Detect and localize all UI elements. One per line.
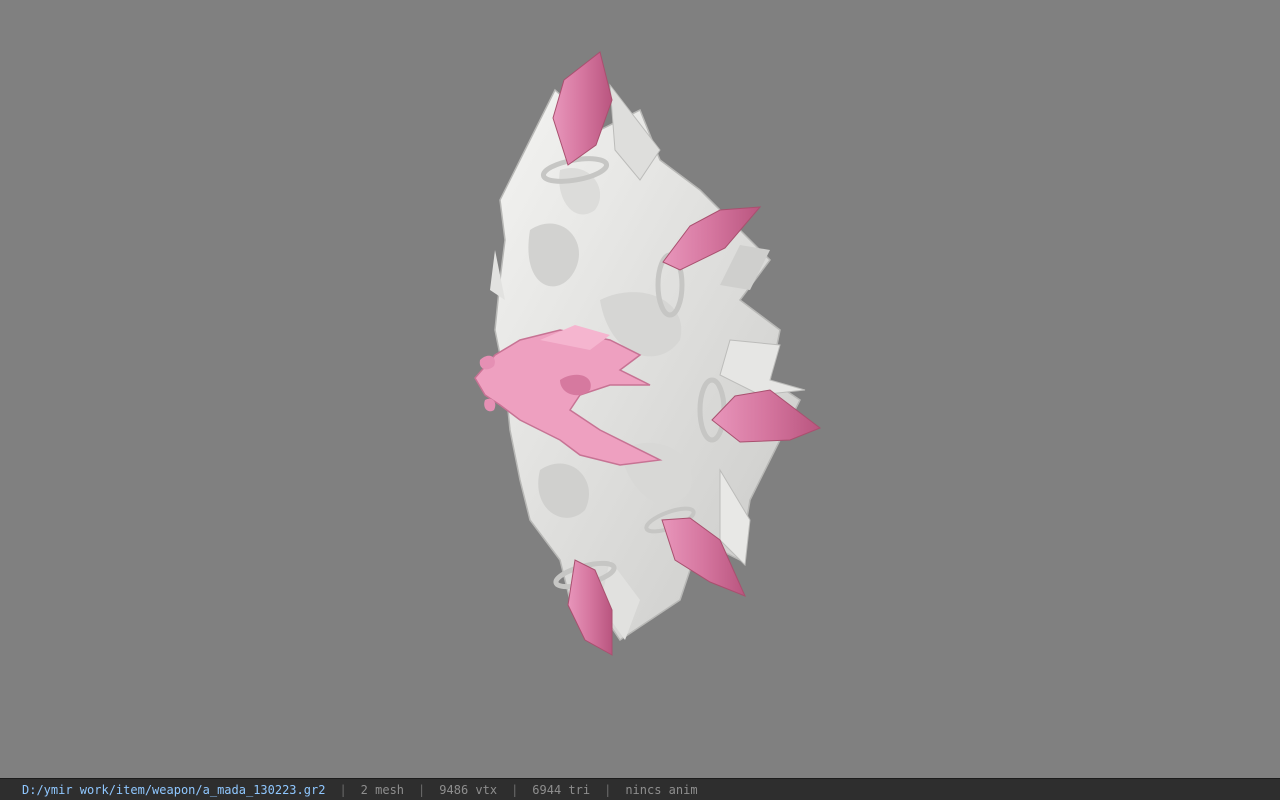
status-bar: D:/ymir work/item/weapon/a_mada_130223.g… bbox=[0, 778, 1280, 800]
triangle-count: 6944 tri bbox=[532, 782, 591, 797]
separator: | bbox=[418, 782, 426, 797]
mesh-count: 2 mesh bbox=[360, 782, 405, 797]
model-render bbox=[474, 51, 822, 656]
separator: | bbox=[604, 782, 612, 797]
separator: | bbox=[511, 782, 519, 797]
vertex-count: 9486 vtx bbox=[439, 782, 498, 797]
animation-status: nincs anim bbox=[625, 782, 698, 797]
file-path: D:/ymir work/item/weapon/a_mada_130223.g… bbox=[22, 782, 326, 797]
separator: | bbox=[339, 782, 347, 797]
3d-viewport[interactable] bbox=[0, 0, 1280, 778]
